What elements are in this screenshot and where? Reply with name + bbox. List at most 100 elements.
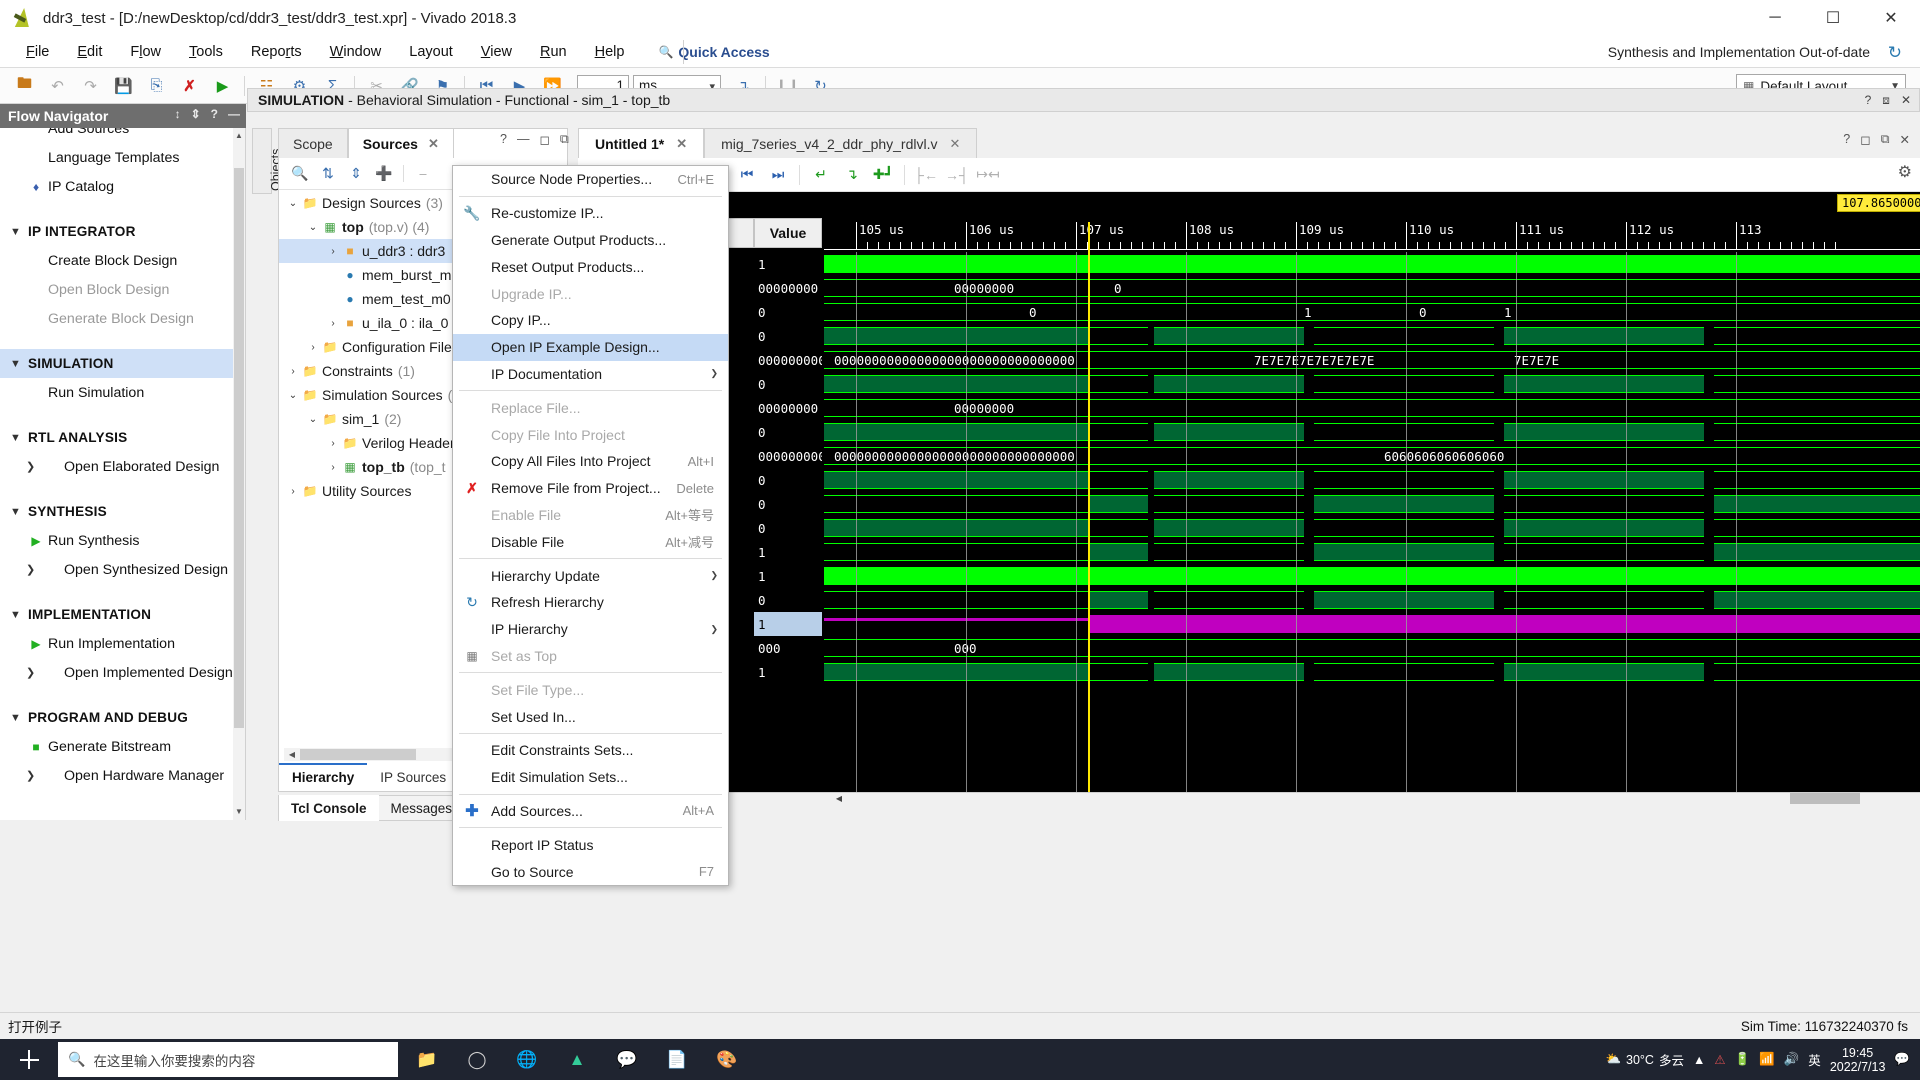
waveform-row[interactable]: [824, 660, 1920, 684]
notification-icon[interactable]: 💬: [1894, 1052, 1910, 1067]
explorer-icon[interactable]: 📁: [405, 1042, 449, 1077]
close-icon[interactable]: ✕: [428, 136, 439, 152]
menu-tools[interactable]: Tools: [175, 40, 237, 64]
open-project-icon[interactable]: 🖿: [12, 73, 37, 99]
menu-item-edit-simulation-sets[interactable]: Edit Simulation Sets...: [453, 764, 728, 791]
tab-tcl-console[interactable]: Tcl Console: [279, 795, 379, 821]
menu-item-ip-hierarchy[interactable]: IP Hierarchy ❯: [453, 616, 728, 643]
waveform-row[interactable]: [824, 492, 1920, 516]
help-icon[interactable]: ?: [1843, 132, 1850, 147]
scroll-left-icon[interactable]: ◀: [286, 749, 298, 760]
flow-nav-generate-block-design[interactable]: Generate Block Design: [0, 304, 245, 333]
scroll-left2-icon[interactable]: ◀: [832, 793, 846, 804]
prev-marker-icon[interactable]: ↵: [806, 162, 836, 188]
network-icon[interactable]: 📶: [1759, 1052, 1775, 1067]
edge-icon[interactable]: 🌐: [505, 1042, 549, 1077]
scrollbar-thumb[interactable]: [234, 168, 244, 728]
weather-widget[interactable]: ⛅ 30°C 多云: [1605, 1050, 1684, 1069]
cortana-icon[interactable]: ◯: [455, 1042, 499, 1077]
vivado-taskbar-icon[interactable]: ▲: [555, 1042, 599, 1077]
previous-transition-icon[interactable]: ⏮: [732, 162, 762, 188]
waveform-row[interactable]: 00000000 0: [824, 276, 1920, 300]
flow-nav-program-and-debug[interactable]: ▼ PROGRAM AND DEBUG: [0, 703, 245, 732]
scroll-down-icon[interactable]: ▼: [234, 806, 244, 818]
flow-nav-run-implementation[interactable]: ▶ Run Implementation: [0, 629, 245, 658]
menu-item-ip-documentation[interactable]: IP Documentation ❯: [453, 361, 728, 388]
waveform-hscroll-thumb[interactable]: [1790, 793, 1860, 804]
help-icon[interactable]: ?: [500, 132, 507, 147]
sim-float-icon[interactable]: ⧈: [1882, 93, 1890, 108]
maximize-button[interactable]: ☐: [1804, 0, 1862, 36]
waveform-canvas[interactable]: 105 us 106 us 107 us 108 us 109 us 110 us 111 …: [824, 192, 1920, 792]
waveform-row[interactable]: 000: [824, 636, 1920, 660]
menu-item-set-used-in[interactable]: Set Used In...: [453, 703, 728, 730]
add-sources-icon[interactable]: ➕: [371, 162, 397, 186]
marker-right-icon[interactable]: →┤: [942, 162, 972, 188]
wechat-icon[interactable]: 💬: [605, 1042, 649, 1077]
tree-twisty-icon[interactable]: ⌄: [285, 390, 301, 401]
waveform-row[interactable]: [824, 468, 1920, 492]
menu-item-reset-output-products[interactable]: Reset Output Products...: [453, 253, 728, 280]
flow-nav-add-sources[interactable]: Add Sources: [0, 128, 245, 143]
collapse-all-icon[interactable]: ⇅: [315, 162, 341, 186]
menu-item-go-to-source[interactable]: Go to Source F7: [453, 858, 728, 885]
waveform-hscrollbar[interactable]: [578, 792, 1920, 806]
next-marker-icon[interactable]: ↴: [837, 162, 867, 188]
waveform-cursor[interactable]: [1088, 222, 1090, 792]
menu-run[interactable]: Run: [526, 40, 581, 64]
waveform-row[interactable]: 00000000: [824, 396, 1920, 420]
waveform-row[interactable]: [824, 324, 1920, 348]
undo-icon[interactable]: ↶: [45, 73, 70, 99]
menu-item-source-node-properties[interactable]: Source Node Properties... Ctrl+E: [453, 166, 728, 193]
menu-item-disable-file[interactable]: Disable File Alt+减号: [453, 528, 728, 555]
close-button[interactable]: ✕: [1862, 0, 1920, 36]
sim-close-icon[interactable]: ✕: [1901, 93, 1911, 108]
menu-edit[interactable]: Edit: [63, 40, 116, 64]
waveform-row[interactable]: 00000000000000000000000000000000 60606060…: [824, 444, 1920, 468]
waveform-row[interactable]: [824, 564, 1920, 588]
float-icon[interactable]: ⧉: [1881, 132, 1890, 147]
copy-icon[interactable]: ⎘: [144, 73, 169, 99]
tree-twisty-icon[interactable]: ⌄: [285, 198, 301, 209]
waveform-row[interactable]: [824, 420, 1920, 444]
flow-nav-rtl-analysis[interactable]: ▼ RTL ANALYSIS: [0, 423, 245, 452]
menu-item-hierarchy-update[interactable]: Hierarchy Update ❯: [453, 562, 728, 589]
sim-help-icon[interactable]: ?: [1865, 93, 1872, 108]
flow-nav-open-synthesized-design[interactable]: ❯ Open Synthesized Design: [0, 555, 245, 584]
menu-flow[interactable]: Flow: [116, 40, 175, 64]
waveform-row[interactable]: [824, 372, 1920, 396]
menu-help[interactable]: Help: [581, 40, 639, 64]
waveform-row[interactable]: [824, 612, 1920, 636]
menu-item-add-sources[interactable]: ✚ Add Sources... Alt+A: [453, 798, 728, 825]
tree-twisty-icon[interactable]: ›: [305, 342, 321, 353]
quick-access-search[interactable]: 🔍 Quick Access: [658, 41, 808, 63]
marker-left-icon[interactable]: ├←: [911, 162, 941, 188]
redo-icon[interactable]: ↷: [78, 73, 103, 99]
flow-nav-simulation[interactable]: ▼ SIMULATION: [0, 349, 245, 378]
menu-item-generate-output-products[interactable]: Generate Output Products...: [453, 227, 728, 254]
tab-scope[interactable]: Scope: [278, 128, 348, 158]
flow-nav-open-hardware-manager[interactable]: ❯ Open Hardware Manager: [0, 761, 245, 790]
start-button[interactable]: [0, 1039, 58, 1080]
menu-item-refresh-hierarchy[interactable]: ↻ Refresh Hierarchy: [453, 589, 728, 616]
save-icon[interactable]: 💾: [111, 73, 136, 99]
menu-item-remove-file-from-project[interactable]: ✗ Remove File from Project... Delete: [453, 475, 728, 502]
flow-navigator-scrollbar[interactable]: ▲ ▼: [233, 128, 245, 820]
flow-nav-ip-integrator[interactable]: ▼ IP INTEGRATOR: [0, 217, 245, 246]
close-icon[interactable]: ✕: [1900, 132, 1910, 147]
tab-ip-sources[interactable]: IP Sources: [367, 763, 459, 789]
add-marker-icon[interactable]: ✚┛: [868, 162, 898, 188]
refresh-icon[interactable]: ↻: [1888, 43, 1902, 63]
tree-twisty-icon[interactable]: ›: [325, 438, 341, 449]
waveform-row[interactable]: 00000000000000000000000000000000 7E7E7E7E…: [824, 348, 1920, 372]
expand-all-icon[interactable]: ⇕: [191, 107, 201, 121]
waveform-row[interactable]: [824, 516, 1920, 540]
tab-hierarchy[interactable]: Hierarchy: [279, 763, 368, 789]
tab-rdlvl-v[interactable]: mig_7series_v4_2_ddr_phy_rdlvl.v ✕: [704, 128, 978, 158]
ime-label[interactable]: 英: [1808, 1050, 1821, 1069]
float-icon[interactable]: ⧉: [560, 132, 569, 147]
pdf-icon[interactable]: 📄: [655, 1042, 699, 1077]
volume-icon[interactable]: 🔊: [1784, 1052, 1800, 1067]
tray-expand-icon[interactable]: ▲: [1693, 1053, 1705, 1067]
menu-item-report-ip-status[interactable]: Report IP Status: [453, 831, 728, 858]
